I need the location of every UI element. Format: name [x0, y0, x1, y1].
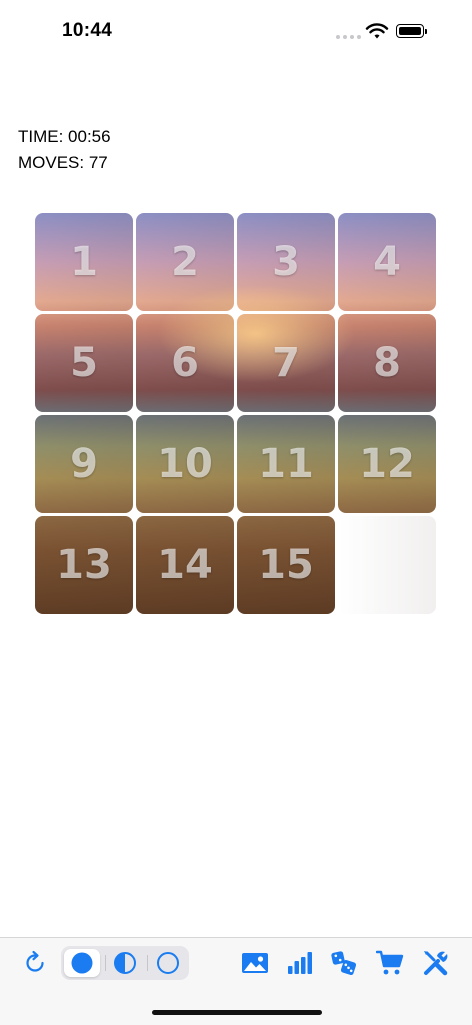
tile-number: 9 — [70, 441, 98, 487]
puzzle-tile[interactable]: 11 — [237, 415, 335, 513]
refresh-icon[interactable] — [21, 949, 49, 977]
tile-number: 11 — [258, 441, 314, 487]
puzzle-tile[interactable]: 3 — [237, 213, 335, 311]
puzzle-tile[interactable]: 5 — [35, 314, 133, 412]
puzzle-board: 1 2 3 4 5 6 7 8 9 10 11 12 13 14 15 — [35, 213, 437, 615]
image-icon[interactable] — [241, 949, 269, 977]
tile-number: 14 — [157, 542, 213, 588]
tile-number: 2 — [171, 239, 199, 285]
wifi-icon — [365, 23, 389, 39]
status-bar: 10:44 — [0, 0, 472, 64]
puzzle-tile[interactable]: 8 — [338, 314, 436, 412]
puzzle-tile[interactable]: 13 — [35, 516, 133, 614]
tile-number: 7 — [272, 340, 300, 386]
tile-number: 3 — [272, 239, 300, 285]
tile-number: 1 — [70, 239, 98, 285]
empty-slot[interactable] — [338, 516, 436, 614]
puzzle-tile[interactable]: 12 — [338, 415, 436, 513]
home-indicator — [152, 1010, 322, 1015]
tile-number: 10 — [157, 441, 213, 487]
puzzle-tile[interactable]: 4 — [338, 213, 436, 311]
tile-number: 8 — [373, 340, 401, 386]
tile-number: 15 — [258, 542, 314, 588]
moves-counter: MOVES: 77 — [18, 153, 108, 172]
timer-label: TIME: 00:56 — [18, 127, 111, 146]
cart-icon[interactable] — [376, 949, 404, 977]
tile-number: 6 — [171, 340, 199, 386]
puzzle-tile[interactable]: 1 — [35, 213, 133, 311]
status-time: 10:44 — [62, 20, 113, 41]
battery-icon — [396, 24, 427, 38]
puzzle-tile[interactable]: 7 — [237, 314, 335, 412]
puzzle-tile[interactable]: 9 — [35, 415, 133, 513]
tools-icon[interactable] — [422, 949, 450, 977]
bar-chart-icon[interactable] — [286, 949, 314, 977]
segment-divider — [105, 955, 106, 971]
puzzle-tile[interactable]: 15 — [237, 516, 335, 614]
puzzle-tile[interactable]: 10 — [136, 415, 234, 513]
puzzle-tile[interactable]: 14 — [136, 516, 234, 614]
display-mode-segmented-control[interactable] — [61, 946, 189, 980]
tile-number: 12 — [359, 441, 415, 487]
tile-number: 5 — [70, 340, 98, 386]
empty-circle-icon[interactable] — [154, 949, 182, 977]
cellular-signal-icon — [336, 35, 361, 39]
segment-divider — [147, 955, 148, 971]
tile-number: 13 — [56, 542, 112, 588]
half-circle-icon[interactable] — [111, 949, 139, 977]
dice-icon[interactable] — [330, 949, 358, 977]
tile-number: 4 — [373, 239, 401, 285]
puzzle-tile[interactable]: 2 — [136, 213, 234, 311]
filled-circle-icon[interactable] — [68, 949, 96, 977]
puzzle-tile[interactable]: 6 — [136, 314, 234, 412]
